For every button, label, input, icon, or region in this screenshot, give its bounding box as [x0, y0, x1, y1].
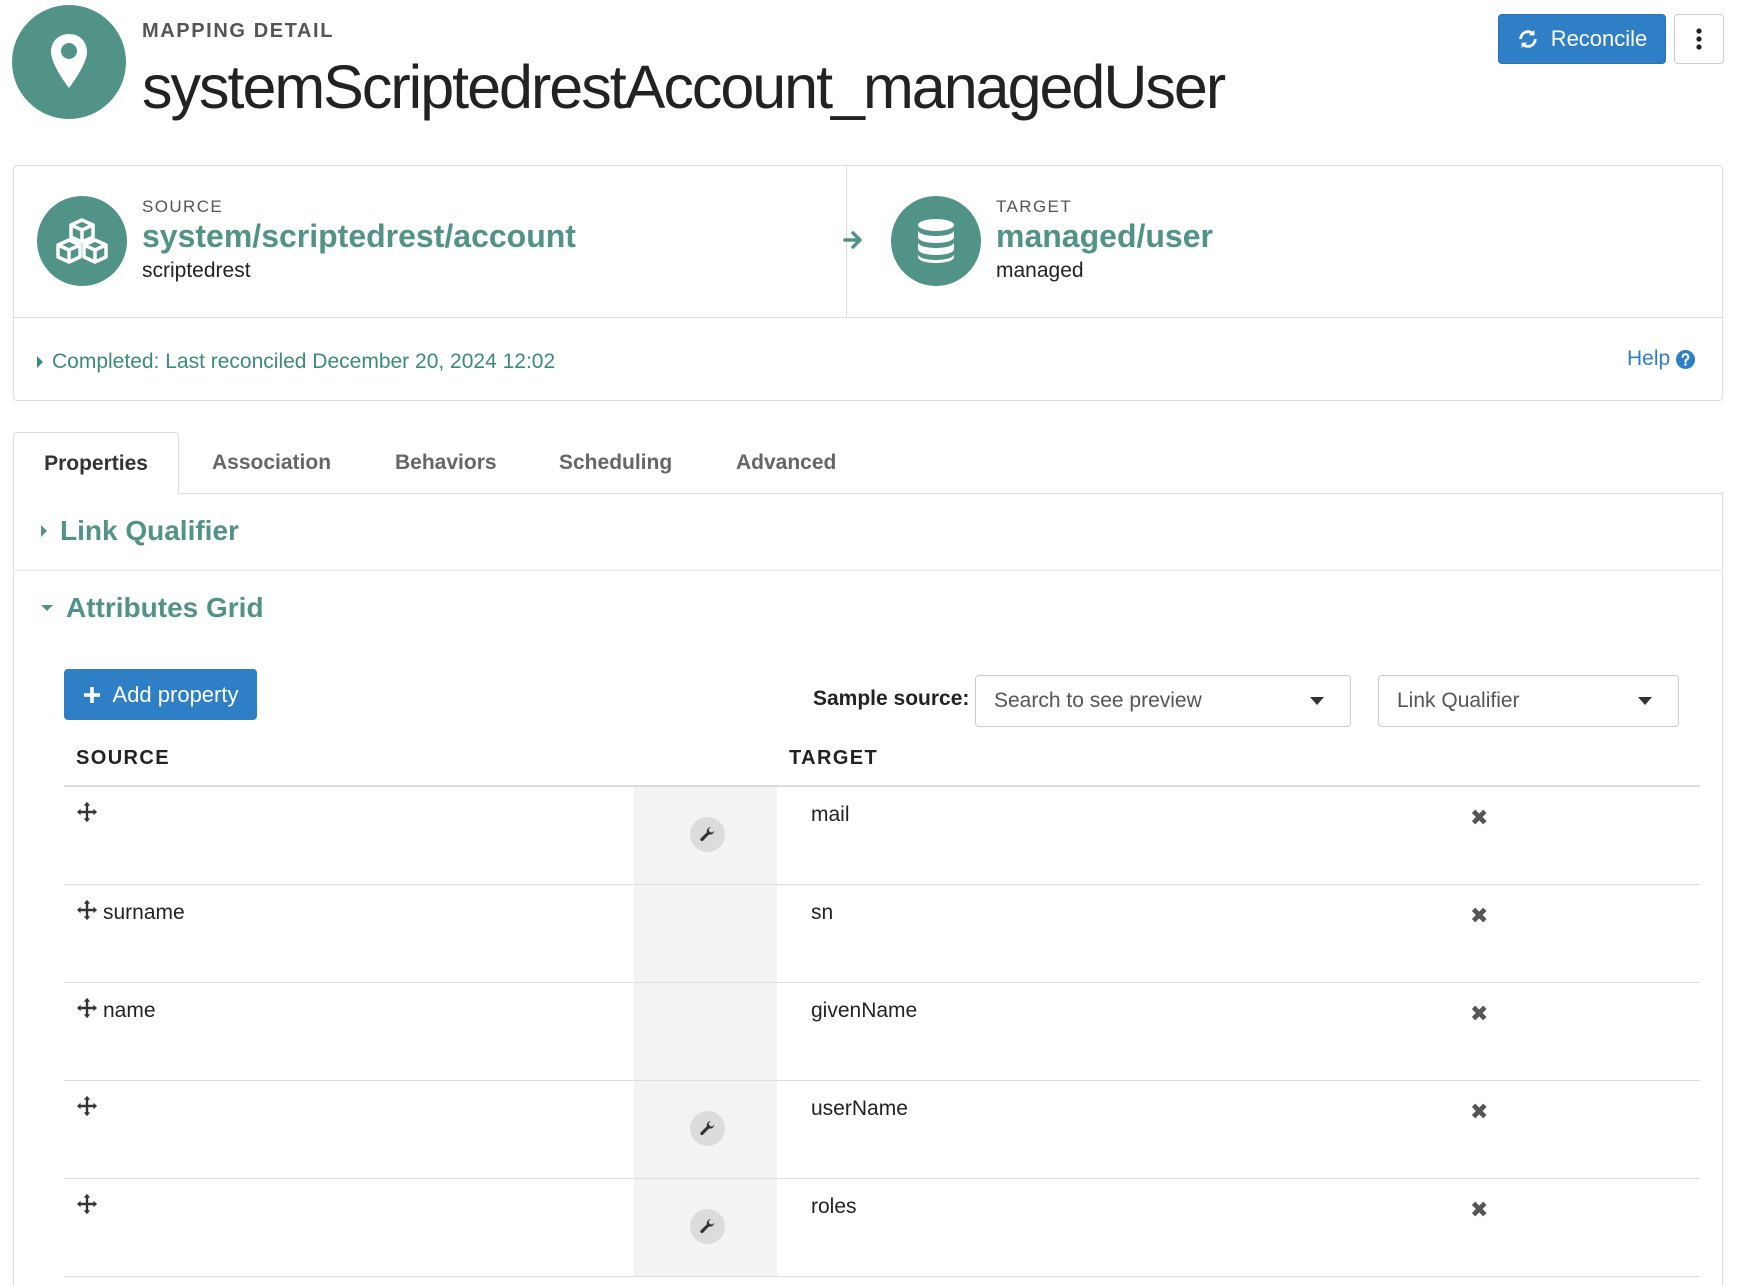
link-qualifier-heading: Link Qualifier: [60, 515, 239, 546]
move-icon[interactable]: [76, 801, 98, 828]
target-kicker: TARGET: [996, 197, 1073, 216]
reconcile-label: Reconcile: [1550, 26, 1648, 51]
wrench-icon[interactable]: [690, 1111, 725, 1146]
tab-scheduling[interactable]: Scheduling: [559, 432, 672, 494]
move-icon[interactable]: [76, 1095, 98, 1122]
close-icon[interactable]: ✖: [1470, 805, 1488, 831]
reconcile-button[interactable]: Reconcile: [1498, 14, 1666, 64]
more-options-button[interactable]: [1674, 14, 1724, 64]
target-property: sn: [811, 901, 834, 924]
tab-association[interactable]: Association: [212, 432, 331, 494]
table-row[interactable]: mail ✖: [64, 787, 1700, 885]
target-property: userName: [811, 1097, 908, 1120]
target-type: managed: [996, 259, 1084, 282]
close-icon[interactable]: ✖: [1470, 1197, 1488, 1223]
target-name-link[interactable]: managed/user: [996, 218, 1213, 255]
question-circle-icon: [1676, 349, 1696, 369]
arrow-right-icon: [842, 229, 864, 256]
move-icon[interactable]: [76, 899, 98, 926]
close-icon[interactable]: ✖: [1470, 1001, 1488, 1027]
link-qualifier-section-toggle[interactable]: Link Qualifier: [40, 515, 239, 547]
table-row[interactable]: name givenName ✖: [64, 983, 1700, 1081]
target-property: roles: [811, 1195, 857, 1218]
sample-source-placeholder: Search to see preview: [994, 689, 1202, 712]
sample-source-label: Sample source:: [813, 687, 970, 710]
table-row[interactable]: roles ✖: [64, 1179, 1700, 1277]
target-property: givenName: [811, 999, 918, 1022]
caret-down-icon: [1310, 697, 1324, 705]
add-property-button[interactable]: Add property: [64, 669, 257, 720]
mapping-icon: [12, 5, 126, 119]
vertical-ellipsis-icon: [1696, 28, 1702, 50]
caret-right-icon: [37, 356, 43, 368]
move-icon[interactable]: [76, 1193, 98, 1220]
attributes-grid-section-toggle[interactable]: Attributes Grid: [40, 592, 264, 624]
add-property-label: Add property: [112, 681, 239, 707]
tab-properties[interactable]: Properties: [13, 432, 179, 495]
properties-panel: Link Qualifier Attributes Grid Add prope…: [13, 494, 1723, 1286]
tab-bar: Properties Association Behaviors Schedul…: [13, 432, 1723, 495]
reconcile-status-toggle[interactable]: Completed: Last reconciled December 20, …: [36, 350, 555, 374]
caret-down-icon: [1638, 697, 1652, 705]
column-header-source: SOURCE: [76, 747, 170, 769]
reconcile-status-text: Completed: Last reconciled December 20, …: [52, 350, 556, 373]
section-divider: [14, 570, 1722, 571]
source-type: scriptedrest: [142, 259, 251, 282]
source-property: name: [103, 999, 156, 1022]
sample-source-select[interactable]: Search to see preview: [975, 675, 1351, 727]
source-name-link[interactable]: system/scriptedrest/account: [142, 218, 576, 255]
map-marker-icon: [51, 34, 87, 88]
help-link[interactable]: Help: [1627, 347, 1696, 371]
attributes-grid-heading: Attributes Grid: [66, 592, 264, 623]
caret-down-icon: [41, 605, 53, 611]
plus-icon: [83, 686, 100, 703]
database-icon: [918, 219, 954, 263]
source-icon-circle: [37, 196, 127, 286]
transform-column: [634, 885, 777, 982]
source-kicker: SOURCE: [142, 197, 224, 216]
wrench-icon[interactable]: [690, 1209, 725, 1244]
column-header-target: TARGET: [789, 747, 879, 769]
wrench-icon[interactable]: [690, 817, 725, 852]
help-label: Help: [1627, 347, 1671, 370]
table-row[interactable]: surname sn ✖: [64, 885, 1700, 983]
close-icon[interactable]: ✖: [1470, 1099, 1488, 1125]
tab-advanced[interactable]: Advanced: [736, 432, 836, 494]
refresh-icon: [1518, 29, 1537, 49]
page-kicker: MAPPING DETAIL: [142, 20, 335, 42]
link-qualifier-select-value: Link Qualifier: [1397, 689, 1520, 712]
source-property: surname: [103, 901, 185, 924]
transform-column: [634, 983, 777, 1080]
page-title: systemScriptedrestAccount_managedUser: [142, 53, 1226, 121]
close-icon[interactable]: ✖: [1470, 903, 1488, 929]
target-icon-circle: [891, 196, 981, 286]
table-row[interactable]: userName ✖: [64, 1081, 1700, 1179]
tab-behaviors[interactable]: Behaviors: [395, 432, 497, 494]
target-property: mail: [811, 803, 850, 826]
link-qualifier-select[interactable]: Link Qualifier: [1378, 675, 1679, 727]
cubes-icon: [56, 218, 108, 264]
caret-right-icon: [41, 525, 47, 537]
move-icon[interactable]: [76, 997, 98, 1024]
